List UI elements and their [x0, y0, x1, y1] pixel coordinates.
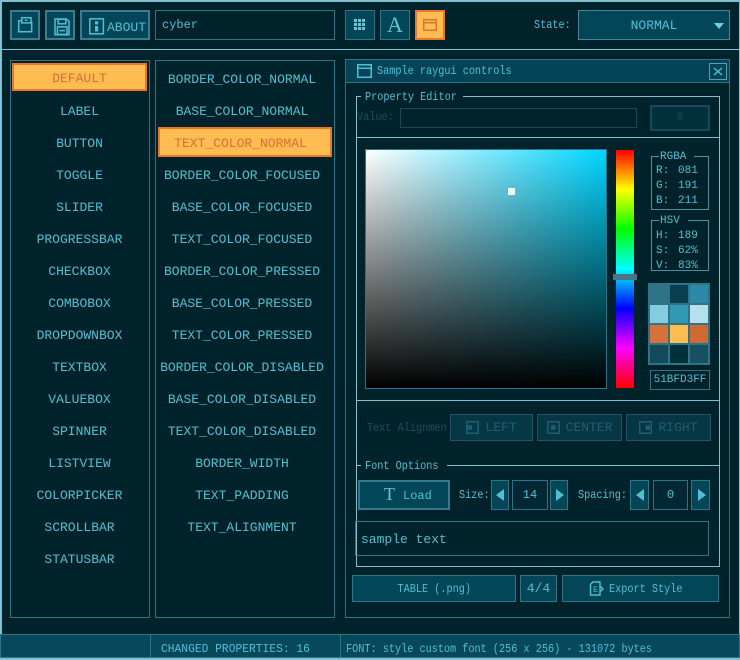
svg-text:E: E [593, 585, 598, 595]
